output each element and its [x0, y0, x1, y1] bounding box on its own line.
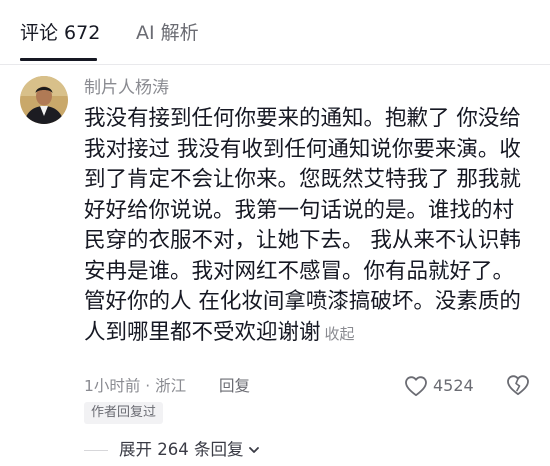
tab-comments[interactable]: 评论 672 — [20, 20, 100, 46]
heart-outline-icon — [405, 376, 427, 397]
reply-button[interactable]: 回复 — [219, 375, 250, 397]
comment-text-block: 我没有接到任何你要来的通知。抱歉了 你没给我对接过 我没有收到任何通知说你要来演… — [84, 104, 534, 349]
collapse-link[interactable]: 收起 — [325, 325, 355, 343]
avatar[interactable] — [20, 76, 68, 124]
dislike-button[interactable] — [506, 374, 530, 400]
expand-replies-button[interactable]: 展开 264 条回复 — [119, 438, 261, 462]
avatar-image — [20, 76, 68, 124]
active-tab-indicator — [20, 58, 97, 61]
chevron-down-icon — [249, 447, 260, 453]
author-replied-badge: 作者回复过 — [84, 402, 164, 424]
expand-divider — [84, 450, 108, 451]
tabs-divider — [0, 64, 550, 65]
tab-ai-analysis[interactable]: AI 解析 — [136, 20, 199, 46]
comment-meta: 1小时前 · 浙江 — [84, 377, 187, 395]
like-count: 4524 — [433, 376, 474, 395]
broken-heart-icon — [507, 375, 529, 396]
expand-replies-label: 展开 264 条回复 — [119, 440, 244, 459]
comment-author[interactable]: 制片人杨涛 — [84, 76, 169, 100]
like-button[interactable]: 4524 — [404, 374, 474, 398]
comment-tabs: 评论 672 AI 解析 — [0, 0, 550, 66]
comment-text: 我没有接到任何你要来的通知。抱歉了 你没给我对接过 我没有收到任何通知说你要来演… — [84, 106, 521, 345]
